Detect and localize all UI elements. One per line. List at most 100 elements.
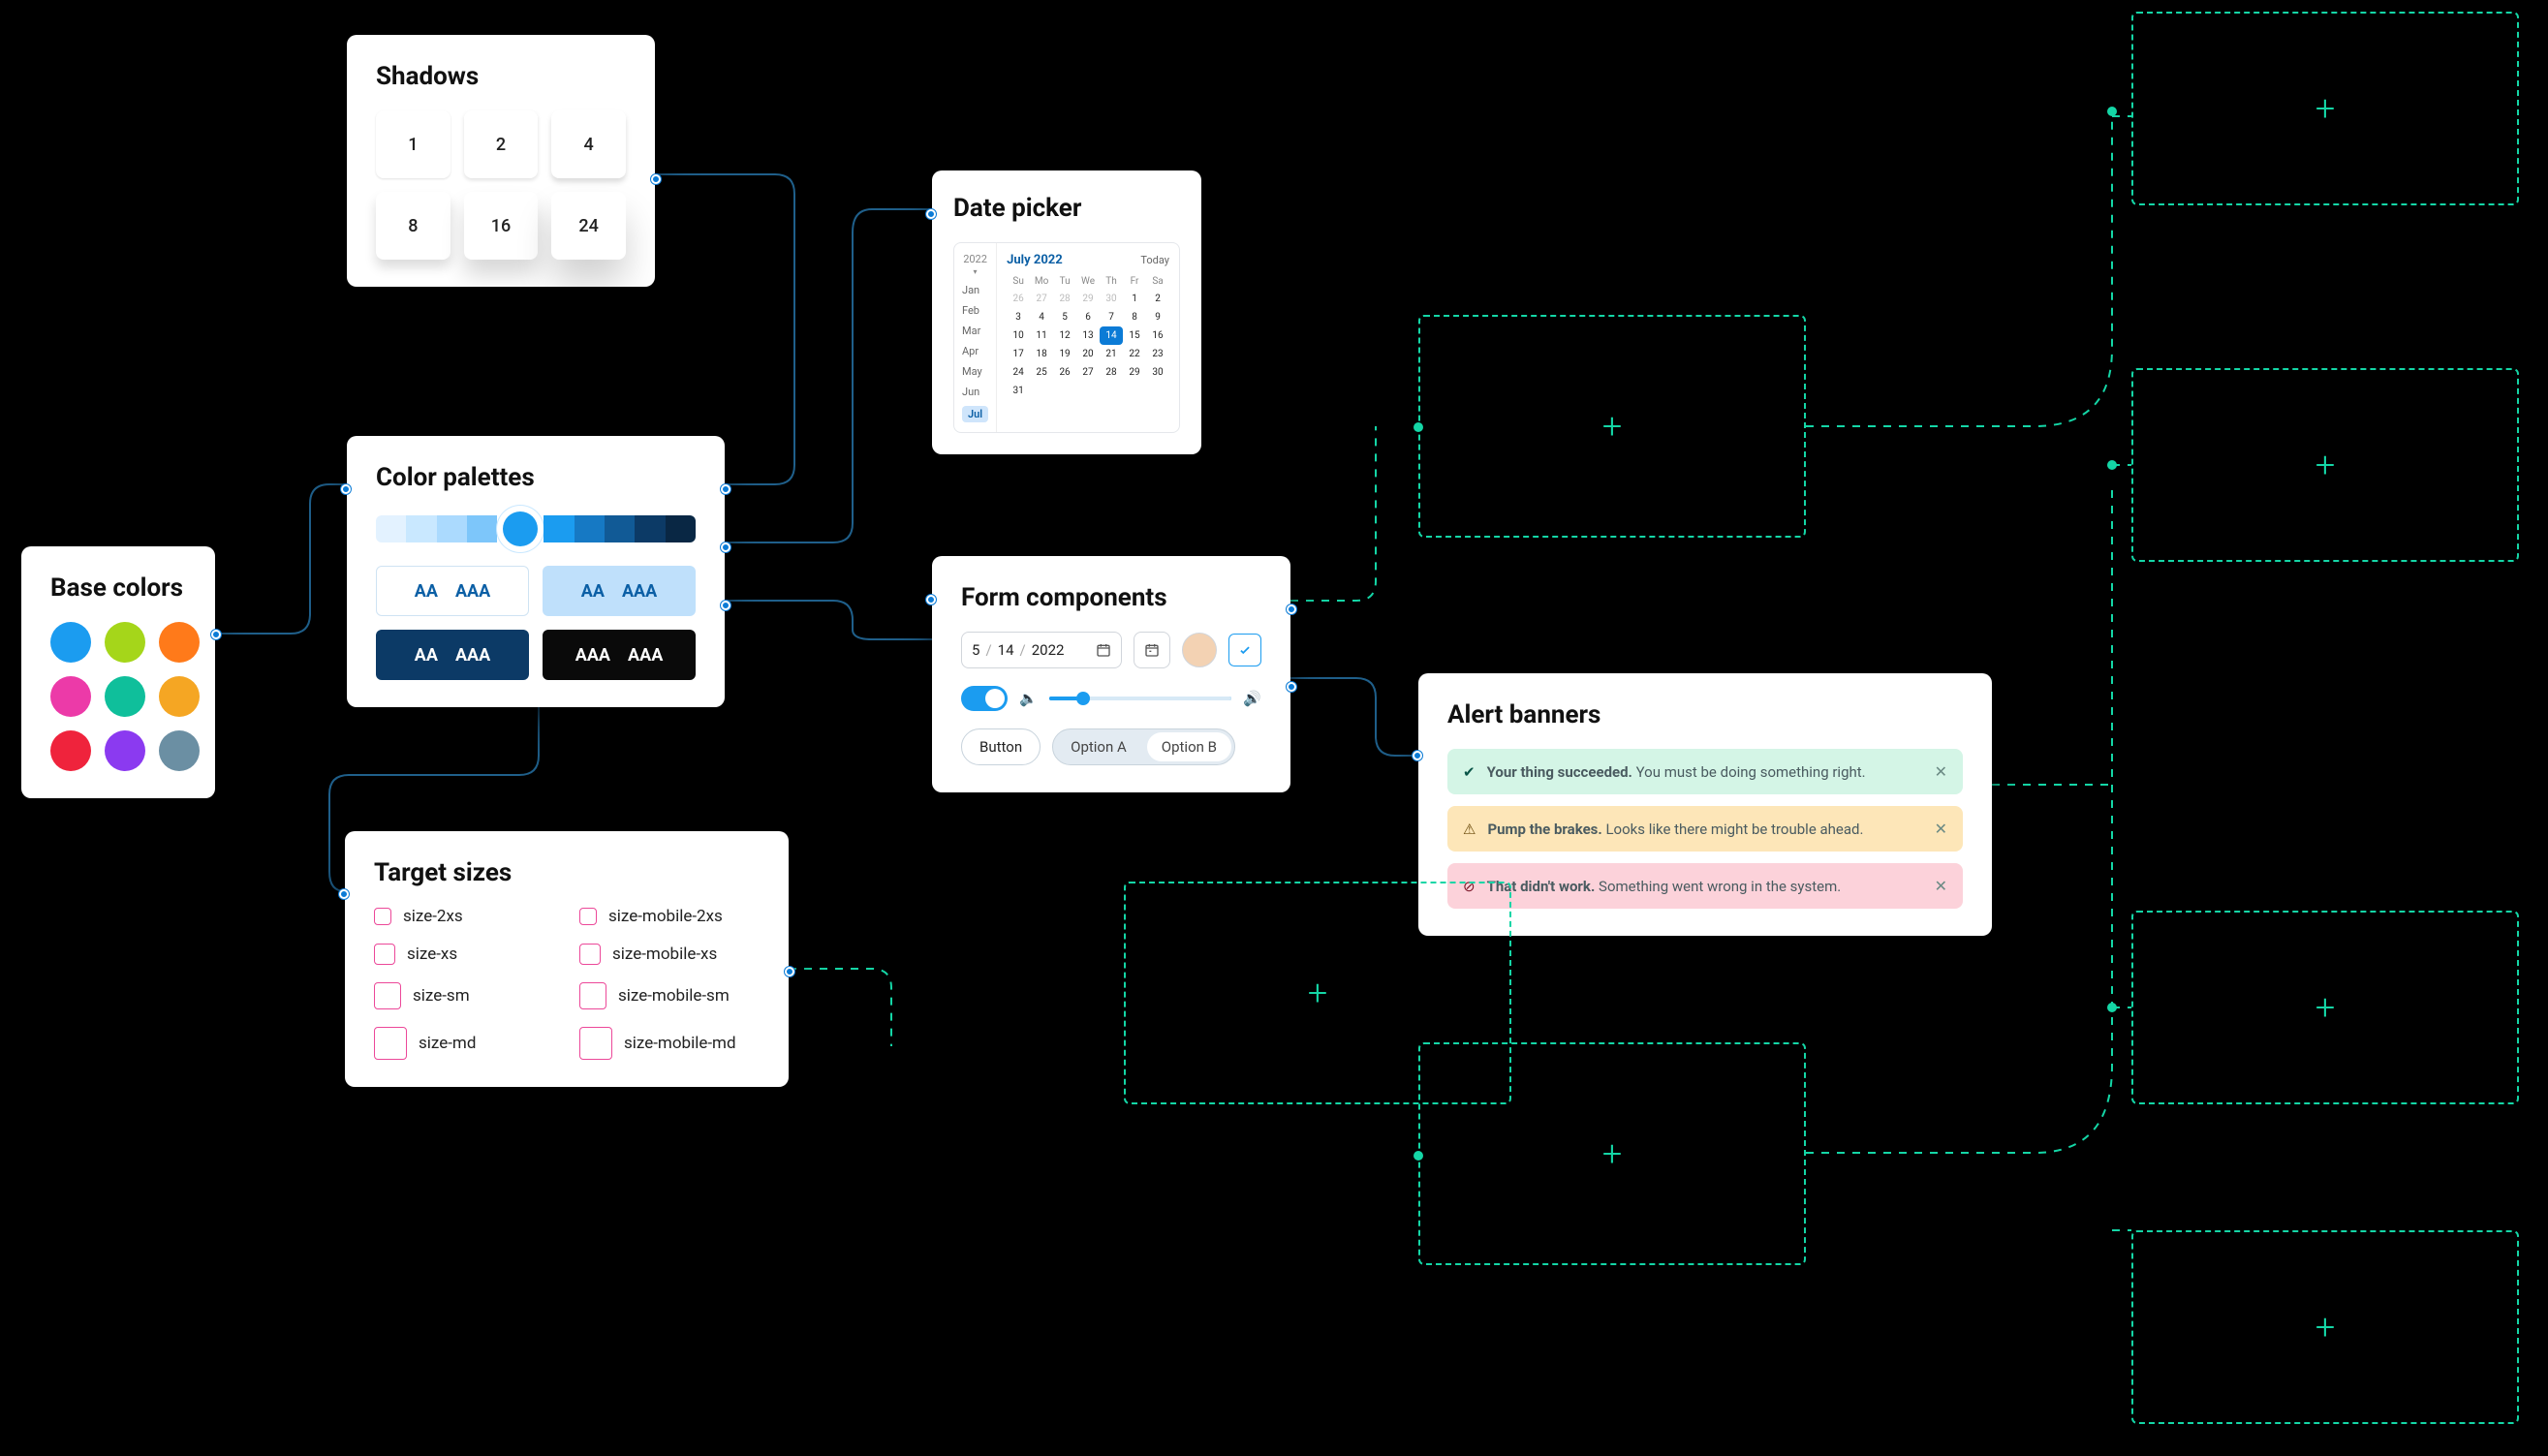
calendar-day[interactable] <box>1053 382 1076 400</box>
calendar-day[interactable]: 26 <box>1007 290 1030 308</box>
calendar-day[interactable]: 27 <box>1030 290 1053 308</box>
volume-slider[interactable] <box>1049 697 1232 700</box>
calendar-day[interactable]: 9 <box>1146 308 1169 326</box>
calendar-weeks[interactable]: 2627282930123456789101112131415161718192… <box>1007 290 1169 400</box>
calendar-day[interactable]: 20 <box>1076 345 1100 363</box>
month-item[interactable]: Jun <box>962 386 988 398</box>
placeholder-slot[interactable]: + <box>2131 12 2519 205</box>
color-swatch[interactable] <box>50 730 91 771</box>
target-size-row: size-md <box>374 1027 554 1060</box>
color-swatch[interactable] <box>159 676 200 717</box>
calendar-day[interactable]: 13 <box>1076 326 1100 345</box>
shade-swatch[interactable] <box>544 515 574 542</box>
color-swatch[interactable] <box>50 622 91 663</box>
placeholder-slot[interactable]: + <box>2131 911 2519 1104</box>
month-item[interactable]: Feb <box>962 304 988 317</box>
calendar[interactable]: July 2022 Today SuMoTuWeThFrSa 262728293… <box>997 243 1179 432</box>
primary-button[interactable]: Button <box>961 728 1041 765</box>
calendar-day[interactable]: 2 <box>1146 290 1169 308</box>
calendar-day[interactable]: 27 <box>1076 363 1100 382</box>
today-link[interactable]: Today <box>1140 254 1169 266</box>
contrast-white: AAAAA <box>376 566 529 616</box>
color-swatch[interactable] <box>159 730 200 771</box>
card-title: Base colors <box>50 573 186 603</box>
calendar-day[interactable] <box>1076 382 1100 400</box>
segment-option-b[interactable]: Option B <box>1147 732 1231 761</box>
shade-swatch[interactable] <box>406 515 436 542</box>
color-swatch[interactable] <box>159 622 200 663</box>
close-icon[interactable]: ✕ <box>1935 820 1947 838</box>
calendar-day[interactable]: 10 <box>1007 326 1030 345</box>
date-input[interactable]: 5/ 14/ 2022 <box>961 632 1122 668</box>
calendar-day[interactable]: 28 <box>1100 363 1123 382</box>
calendar-day[interactable]: 18 <box>1030 345 1053 363</box>
date-picker-body[interactable]: 2022▾ JanFebMarAprMayJunJul July 2022 To… <box>953 242 1180 433</box>
shade-swatch[interactable] <box>635 515 665 542</box>
shade-swatch[interactable] <box>376 515 406 542</box>
calendar-day[interactable]: 28 <box>1053 290 1076 308</box>
color-swatch[interactable] <box>105 730 145 771</box>
shade-swatch[interactable] <box>605 515 635 542</box>
calendar-day[interactable]: 14 <box>1100 326 1123 345</box>
placeholder-slot[interactable]: + <box>2131 368 2519 562</box>
color-swatch[interactable] <box>50 676 91 717</box>
selected-shade-dot[interactable] <box>503 511 538 546</box>
date-range-button[interactable] <box>1134 632 1170 668</box>
card-color-palettes: Color palettes AAAAA AAAAA AAAAA AAAAAA <box>347 436 725 707</box>
calendar-day[interactable]: 15 <box>1123 326 1146 345</box>
calendar-day[interactable] <box>1123 382 1146 400</box>
segment-option-a[interactable]: Option A <box>1053 729 1144 764</box>
close-icon[interactable]: ✕ <box>1935 762 1947 781</box>
form-row-3: Button Option A Option B <box>961 728 1261 765</box>
toggle-switch[interactable] <box>961 686 1008 711</box>
calendar-day[interactable]: 23 <box>1146 345 1169 363</box>
placeholder-slot[interactable]: + <box>1124 882 1511 1104</box>
calendar-day[interactable]: 29 <box>1076 290 1100 308</box>
calendar-day[interactable]: 5 <box>1053 308 1076 326</box>
shade-swatch[interactable] <box>666 515 696 542</box>
month-item[interactable]: Mar <box>962 325 988 337</box>
calendar-day[interactable]: 7 <box>1100 308 1123 326</box>
color-swatch[interactable] <box>105 622 145 663</box>
calendar-day[interactable]: 8 <box>1123 308 1146 326</box>
shade-swatch[interactable] <box>575 515 605 542</box>
calendar-day[interactable]: 29 <box>1123 363 1146 382</box>
color-swatch[interactable] <box>105 676 145 717</box>
month-item[interactable]: Jul <box>962 406 988 422</box>
calendar-day[interactable]: 11 <box>1030 326 1053 345</box>
calendar-day[interactable] <box>1030 382 1053 400</box>
calendar-day[interactable]: 30 <box>1146 363 1169 382</box>
shade-swatch[interactable] <box>467 515 497 542</box>
card-base-colors: Base colors <box>21 546 215 798</box>
shade-swatch[interactable] <box>437 515 467 542</box>
calendar-day[interactable]: 31 <box>1007 382 1030 400</box>
connector-dot <box>339 889 349 899</box>
calendar-day[interactable]: 26 <box>1053 363 1076 382</box>
segmented-control[interactable]: Option A Option B <box>1052 728 1235 765</box>
month-list[interactable]: 2022▾ JanFebMarAprMayJunJul <box>954 243 997 432</box>
calendar-day[interactable]: 30 <box>1100 290 1123 308</box>
calendar-day[interactable] <box>1100 382 1123 400</box>
close-icon[interactable]: ✕ <box>1935 877 1947 895</box>
calendar-day[interactable]: 6 <box>1076 308 1100 326</box>
placeholder-slot[interactable]: + <box>1418 315 1806 538</box>
calendar-day[interactable]: 3 <box>1007 308 1030 326</box>
calendar-day[interactable]: 25 <box>1030 363 1053 382</box>
avatar[interactable] <box>1182 633 1217 667</box>
placeholder-slot[interactable]: + <box>2131 1230 2519 1424</box>
calendar-day[interactable]: 24 <box>1007 363 1030 382</box>
calendar-day[interactable]: 1 <box>1123 290 1146 308</box>
calendar-day[interactable]: 19 <box>1053 345 1076 363</box>
calendar-day[interactable]: 17 <box>1007 345 1030 363</box>
calendar-day[interactable] <box>1146 382 1169 400</box>
calendar-day[interactable]: 16 <box>1146 326 1169 345</box>
calendar-day[interactable]: 22 <box>1123 345 1146 363</box>
confirm-button[interactable] <box>1228 634 1261 666</box>
month-item[interactable]: May <box>962 365 988 378</box>
shadow-box: 4 <box>551 110 626 178</box>
calendar-day[interactable]: 12 <box>1053 326 1076 345</box>
month-item[interactable]: Jan <box>962 284 988 296</box>
calendar-day[interactable]: 21 <box>1100 345 1123 363</box>
calendar-day[interactable]: 4 <box>1030 308 1053 326</box>
month-item[interactable]: Apr <box>962 345 988 357</box>
